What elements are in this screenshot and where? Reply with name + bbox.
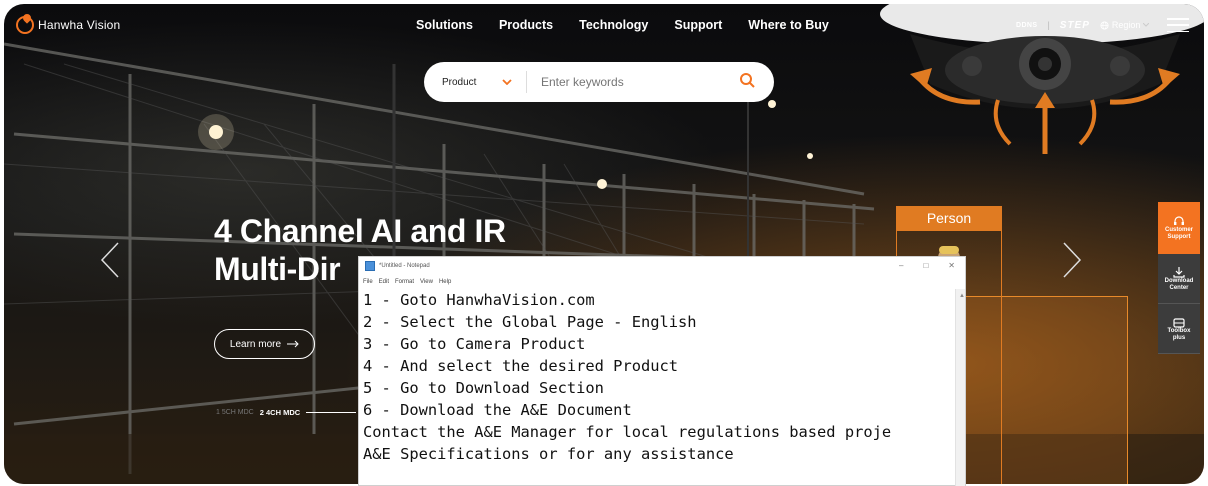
text-line: 1 - Goto HanwhaVision.com — [363, 291, 595, 309]
slide-indicators: 1 5CH MDC 2 4CH MDC — [216, 408, 357, 417]
maximize-icon[interactable]: □ — [923, 261, 928, 270]
menu-view[interactable]: View — [420, 279, 433, 285]
notepad-window[interactable]: *Untitled - Notepad – □ ✕ File Edit Form… — [358, 256, 966, 486]
menu-help[interactable]: Help — [439, 279, 451, 285]
search-category-select[interactable]: Product — [442, 77, 494, 88]
download-center-button[interactable]: Download Center — [1158, 254, 1200, 304]
quick-links-panel: Customer Support Download Center Toolbox… — [1158, 202, 1200, 354]
header-utilities: DDNS | STEP Region — [1016, 18, 1190, 32]
minimize-icon[interactable]: – — [899, 261, 903, 270]
vertical-scrollbar[interactable]: ▲ — [955, 289, 965, 486]
notepad-app-icon — [365, 261, 375, 271]
text-line: 6 - Download the A&E Document — [363, 401, 632, 419]
download-center-label-2: Center — [1169, 284, 1189, 291]
logo-text: Hanwha Vision — [38, 18, 121, 32]
nav-solutions[interactable]: Solutions — [416, 18, 473, 32]
menu-edit[interactable]: Edit — [379, 279, 389, 285]
divider — [526, 71, 527, 93]
menu-hamburger-icon[interactable] — [1167, 18, 1190, 32]
text-line: A&E Specifications or for any assistance — [363, 445, 734, 463]
close-icon[interactable]: ✕ — [948, 261, 955, 270]
toolbox-plus-button[interactable]: Toolbox plus — [1158, 304, 1200, 354]
slide-indicator-1[interactable]: 1 5CH MDC — [216, 409, 254, 416]
chevron-down-icon — [1143, 23, 1150, 27]
toolbox-label-2: plus — [1172, 334, 1186, 341]
nav-where-to-buy[interactable]: Where to Buy — [748, 18, 829, 32]
scroll-up-arrow-icon[interactable]: ▲ — [959, 293, 965, 299]
chevron-down-icon[interactable] — [502, 77, 516, 88]
customer-support-button[interactable]: Customer Support — [1158, 202, 1200, 254]
slide-indicator-2[interactable]: 2 4CH MDC — [260, 408, 300, 417]
menu-format[interactable]: Format — [395, 279, 414, 285]
hero-title-line1: 4 Channel AI and IR — [214, 213, 506, 249]
window-controls: – □ ✕ — [899, 261, 955, 270]
notepad-titlebar[interactable]: *Untitled - Notepad — [359, 257, 965, 275]
search-icon[interactable] — [739, 72, 755, 93]
learn-more-button[interactable]: Learn more — [214, 329, 315, 359]
customer-support-label-2: Support — [1167, 234, 1191, 240]
slide-progress-bar — [306, 411, 357, 414]
globe-icon — [1100, 20, 1109, 30]
arrow-right-icon — [287, 340, 299, 348]
separator: | — [1047, 20, 1050, 30]
slider-prev-arrow-icon[interactable] — [100, 242, 120, 278]
notepad-menubar: File Edit Format View Help — [359, 275, 965, 289]
toolbox-icon — [1173, 317, 1185, 328]
search-input[interactable] — [541, 75, 731, 89]
text-line: 2 - Select the Global Page - English — [363, 313, 697, 331]
ddns-link[interactable]: DDNS — [1016, 22, 1037, 29]
text-line: 3 - Go to Camera Product — [363, 335, 586, 353]
nav-technology[interactable]: Technology — [579, 18, 648, 32]
download-center-label-1: Download — [1164, 277, 1194, 284]
nav-products[interactable]: Products — [499, 18, 553, 32]
step-link[interactable]: STEP — [1060, 20, 1090, 31]
text-line: 4 - And select the desired Product — [363, 357, 679, 375]
nav-support[interactable]: Support — [674, 18, 722, 32]
main-nav: Solutions Products Technology Support Wh… — [416, 18, 829, 32]
region-label: Region — [1111, 20, 1141, 30]
notepad-title: *Untitled - Notepad — [379, 263, 430, 269]
customer-support-label-1: Customer — [1164, 227, 1193, 233]
search-bar: Product — [424, 62, 774, 102]
notepad-text-area[interactable]: 1 - Goto HanwhaVision.com 2 - Select the … — [363, 289, 891, 465]
menu-file[interactable]: File — [363, 279, 373, 285]
region-selector[interactable]: Region — [1100, 20, 1150, 30]
download-icon — [1173, 266, 1185, 278]
text-line: Contact the A&E Manager for local regula… — [363, 423, 892, 441]
slider-next-arrow-icon[interactable] — [1062, 242, 1082, 278]
hanwha-logo[interactable]: Hanwha Vision — [16, 16, 120, 34]
learn-more-label: Learn more — [229, 338, 282, 350]
headset-icon — [1174, 216, 1184, 225]
text-line: 5 - Go to Download Section — [363, 379, 604, 397]
hanwha-flame-icon — [16, 16, 34, 34]
toolbox-label-1: Toolbox — [1167, 327, 1191, 334]
person-detection-label: Person — [896, 206, 1002, 230]
